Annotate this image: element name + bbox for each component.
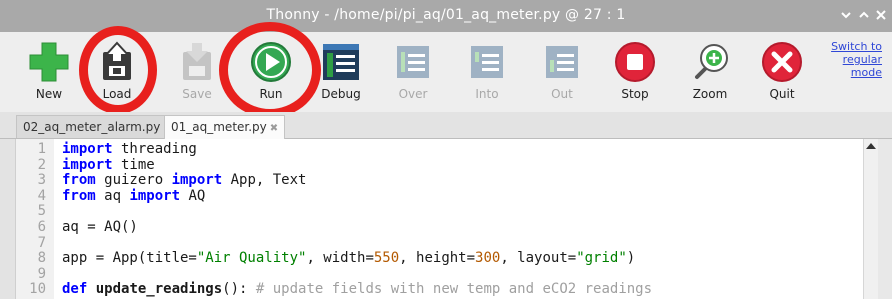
new-label: New [35, 87, 63, 101]
quit-button[interactable]: Quit [752, 32, 812, 108]
line-number-gutter: 1 2 3 4 5 6 7 8 9 10 [16, 139, 54, 299]
code-editor[interactable]: 1 2 3 4 5 6 7 8 9 10 import threading imp… [15, 139, 878, 299]
tab-02-aq-meter-alarm[interactable]: 02_aq_meter_alarm.py✖ [16, 115, 179, 138]
line-number: 6 [37, 218, 46, 235]
editor-tabs: 02_aq_meter_alarm.py✖ 01_aq_meter.py✖ [0, 112, 892, 139]
close-icon [876, 10, 886, 20]
line-number: 10 [29, 281, 46, 298]
code-text[interactable]: import threading import time from guizero … [62, 139, 858, 299]
window-title: Thonny - /home/pi/pi_aq/01_aq_meter.py @… [266, 7, 626, 23]
step-over-icon [397, 46, 429, 78]
line-number: 3 [37, 172, 46, 189]
debug-icon [323, 44, 359, 80]
code-line[interactable]: aq = AQ() [62, 219, 858, 236]
line-number: 1 [37, 141, 46, 157]
quit-icon [762, 42, 802, 82]
quit-label: Quit [769, 87, 795, 101]
debug-label: Debug [321, 87, 361, 101]
switch-mode-line-2: regular [842, 53, 882, 66]
line-number: 5 [37, 203, 46, 220]
tab-label: 02_aq_meter_alarm.py [23, 120, 161, 134]
switch-mode-line-1: Switch to [831, 40, 882, 53]
line-number: 9 [37, 265, 46, 282]
save-label: Save [182, 87, 212, 101]
stop-button[interactable]: Stop [605, 32, 665, 108]
tab-01-aq-meter[interactable]: 01_aq_meter.py ✖ [164, 115, 286, 139]
code-line[interactable] [62, 236, 858, 252]
code-line[interactable]: import threading [62, 141, 858, 158]
step-into-button[interactable]: Into [457, 32, 517, 108]
step-out-label: Out [551, 87, 573, 101]
step-out-button[interactable]: Out [532, 32, 592, 108]
zoom-button[interactable]: Zoom [680, 32, 740, 108]
new-file-icon [29, 42, 69, 82]
save-button[interactable]: Save [167, 32, 227, 108]
save-file-icon [183, 43, 211, 80]
run-highlight-circle [219, 22, 321, 118]
tab-label: 01_aq_meter.py [171, 120, 267, 134]
line-number: 2 [37, 156, 46, 173]
step-out-icon [546, 46, 578, 78]
stop-label: Stop [621, 87, 649, 101]
step-over-button[interactable]: Over [383, 32, 443, 108]
code-line[interactable]: app = App(title="Air Quality", width=550… [62, 250, 858, 267]
switch-mode-link[interactable]: Switch to regular mode [818, 40, 882, 79]
code-line[interactable]: def update_readings(): # update fields w… [62, 282, 858, 298]
zoom-icon [695, 44, 728, 79]
stop-icon [615, 42, 655, 82]
zoom-label: Zoom [692, 87, 728, 101]
load-highlight-circle [79, 26, 157, 114]
close-tab-icon[interactable]: ✖ [270, 123, 278, 134]
maximize-button[interactable] [857, 8, 871, 22]
code-line[interactable]: from aq import AQ [62, 188, 858, 205]
chevron-down-icon [841, 12, 851, 19]
step-into-label: Into [475, 87, 499, 101]
close-window-button[interactable] [874, 8, 888, 22]
step-into-icon [471, 46, 503, 78]
new-button[interactable]: New [19, 32, 79, 108]
code-line[interactable]: from guizero import App, Text [62, 172, 858, 189]
code-line[interactable] [62, 204, 858, 220]
vertical-scrollbar[interactable] [863, 139, 878, 299]
title-bar: Thonny - /home/pi/pi_aq/01_aq_meter.py @… [0, 0, 892, 32]
editor-left-margin [0, 139, 15, 299]
chevron-up-icon [859, 11, 869, 18]
minimize-button[interactable] [839, 8, 853, 22]
line-number: 8 [37, 250, 46, 267]
code-line[interactable]: import time [62, 157, 858, 174]
line-number: 7 [37, 234, 46, 251]
code-line[interactable] [62, 267, 858, 283]
switch-mode-line-3: mode [850, 66, 882, 79]
scroll-up-arrow-icon[interactable] [866, 143, 876, 149]
step-over-label: Over [398, 87, 428, 101]
line-number: 4 [37, 187, 46, 204]
